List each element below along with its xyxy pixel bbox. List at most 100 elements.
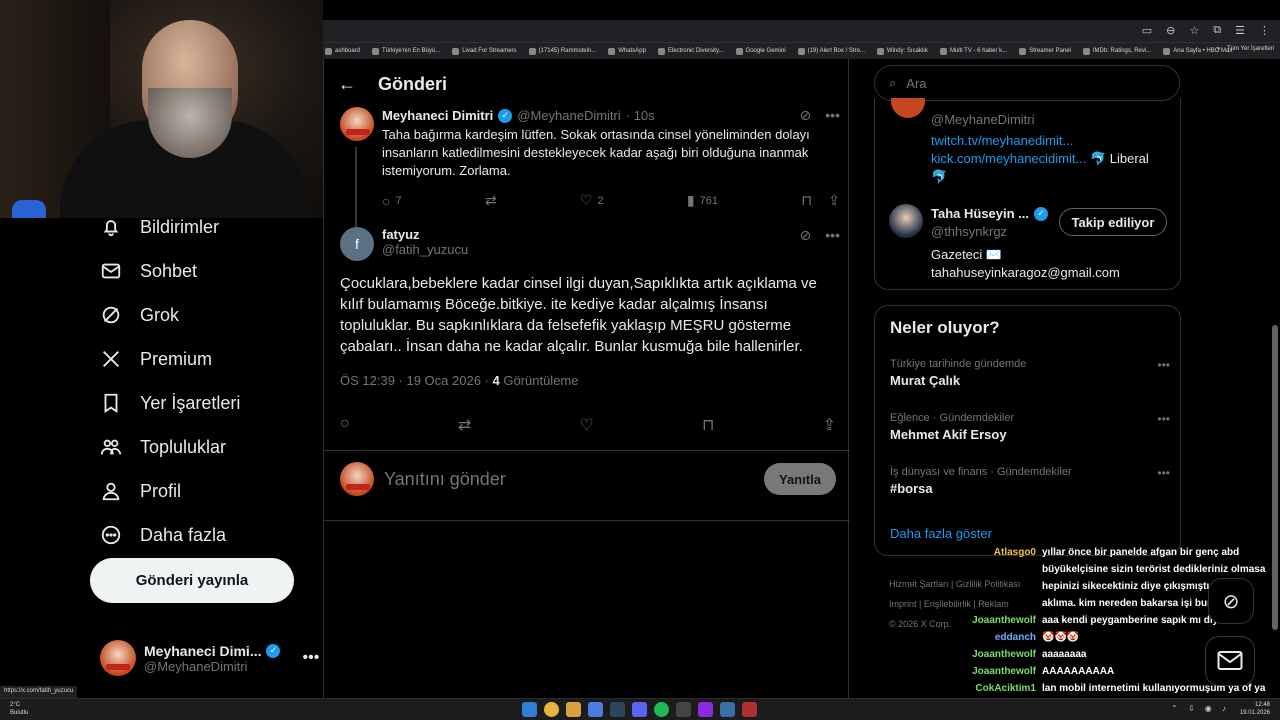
sidebar-item-topluluklar[interactable]: Topluluklar — [90, 425, 320, 469]
zoom-icon[interactable]: ⊖ — [1166, 24, 1175, 37]
browser-menu-icon[interactable]: ⋮ — [1259, 24, 1270, 37]
app-icon[interactable] — [676, 702, 691, 717]
tweet-timestamp[interactable]: ÖS 12:39 · 19 Oca 2026 · — [340, 373, 492, 388]
footer-link[interactable]: Imprint — [889, 599, 917, 609]
author-handle[interactable]: @fatih_yuzucu — [382, 242, 468, 257]
reply-composer: Yanıtını gönder Yanıtla — [340, 462, 836, 496]
sidebar-item-bildirimler[interactable]: Bildirimler — [90, 205, 320, 249]
more-icon[interactable]: ••• — [302, 649, 319, 667]
author-name[interactable]: Meyhaneci Dimitri — [382, 108, 493, 123]
show-more-link[interactable]: Daha fazla göster — [890, 526, 992, 541]
discord-icon[interactable] — [632, 702, 647, 717]
sidebar-item-profil[interactable]: Profil — [90, 469, 320, 513]
reply-button[interactable]: Yanıtla — [764, 463, 836, 495]
sidebar-item-daha-fazla[interactable]: Daha fazla — [90, 513, 320, 557]
app-icon[interactable] — [720, 702, 735, 717]
app-icon[interactable] — [698, 702, 713, 717]
bookmark-item[interactable]: (17145) Rammstein... — [528, 47, 596, 55]
more-icon[interactable]: ••• — [1157, 358, 1170, 372]
scrollbar[interactable] — [1272, 325, 1278, 630]
account-switcher[interactable]: Meyhaneci Dimi... ✓ @MeyhaneDimitri ••• — [100, 636, 320, 680]
verified-icon: ✓ — [266, 643, 281, 658]
trends-title: Neler oluyor? — [890, 318, 1000, 337]
back-arrow-icon[interactable]: ← — [338, 74, 356, 95]
sidebar-item-yer-i-şaretleri[interactable]: Yer İşaretleri — [90, 381, 320, 425]
more-icon[interactable]: ••• — [1157, 466, 1170, 480]
author-handle[interactable]: @MeyhaneDimitri — [517, 108, 621, 123]
more-icon[interactable]: ••• — [825, 227, 840, 244]
bookmark-item[interactable]: Türkiye'nin En Büyü... — [372, 47, 440, 55]
bookmark-item[interactable]: ashboard — [325, 47, 360, 55]
folder-icon[interactable] — [566, 702, 581, 717]
post-button[interactable]: Gönderi yayınla — [90, 558, 294, 603]
grok-fab-button[interactable]: ⊘ — [1208, 578, 1254, 624]
bio-link-kick[interactable]: kick.com/meyhanecidimit... — [931, 151, 1086, 166]
share-icon[interactable]: ⇪ — [828, 192, 840, 209]
clock-time: 12:48 — [1254, 702, 1270, 708]
favicon-icon — [528, 47, 536, 55]
bookmark-icon[interactable]: ⊓ — [801, 192, 812, 209]
avatar[interactable] — [340, 107, 374, 141]
tweet-time[interactable]: · 10s — [626, 108, 655, 123]
bookmark-icon[interactable]: ⊓ — [702, 415, 714, 435]
trend-item[interactable]: Türkiye tarihinde gündemde Murat Çalık ••• — [890, 358, 1170, 388]
messages-fab-button[interactable] — [1205, 636, 1255, 686]
parent-tweet[interactable]: Meyhaneci Dimitri ✓ @MeyhaneDimitri · 10… — [340, 107, 840, 243]
steam-icon[interactable] — [610, 702, 625, 717]
bookmark-item[interactable]: (19) Alert Box / Stre... — [797, 47, 865, 55]
repost-button[interactable]: ⇄ — [485, 192, 497, 209]
bookmark-item[interactable]: IMDb: Ratings, Revi... — [1082, 47, 1151, 55]
bookmark-item[interactable]: WhatsApp — [608, 47, 646, 55]
share-icon[interactable]: ⇪ — [823, 415, 836, 435]
user-name[interactable]: Taha Hüseyin ... — [931, 206, 1029, 221]
bookmark-item[interactable]: Windy: Sıcaklık — [876, 47, 928, 55]
reply-input[interactable]: Yanıtını gönder — [384, 469, 754, 490]
webcam-overlay — [0, 0, 323, 218]
weather-temp: 2°C — [10, 702, 21, 708]
profile-handle[interactable]: @MeyhaneDimitri — [931, 112, 1035, 127]
bookmark-item[interactable]: Electronic Diversity... — [657, 47, 724, 55]
extensions-icon[interactable]: ⧉ — [1213, 24, 1221, 37]
more-icon[interactable]: ••• — [825, 107, 840, 124]
bookmark-item[interactable]: Google Gemini — [735, 47, 786, 55]
trend-item[interactable]: İş dünyası ve finans · Gündemdekiler #bor… — [890, 466, 1170, 496]
bookmark-item[interactable]: Livad For Streamers — [452, 47, 517, 55]
avatar — [891, 98, 925, 118]
author-name[interactable]: fatyuz — [382, 227, 468, 242]
search-input[interactable]: ⌕ Ara — [874, 65, 1180, 101]
cast-icon[interactable]: ▭ — [1142, 24, 1152, 37]
more-circle-icon — [101, 525, 121, 545]
start-icon[interactable] — [522, 702, 537, 717]
like-count: 2 — [597, 194, 604, 207]
reply-button[interactable]: ○ 7 — [382, 192, 402, 209]
profile-menu-icon[interactable]: ☰ — [1235, 24, 1245, 37]
repost-icon[interactable]: ⇄ — [458, 415, 471, 435]
following-button[interactable]: Takip ediliyor — [1059, 208, 1167, 236]
clock[interactable]: 12:48 19.01.2026 — [1240, 701, 1270, 717]
sidebar-item-premium[interactable]: Premium — [90, 337, 320, 381]
trend-item[interactable]: Eğlence · Gündemdekiler Mehmet Akif Ersoy… — [890, 412, 1170, 442]
heart-icon[interactable]: ♡ — [579, 415, 593, 435]
star-icon[interactable]: ☆ — [1189, 24, 1199, 37]
reply-icon[interactable]: ○ — [340, 415, 350, 435]
bio-link-twitch[interactable]: twitch.tv/meyhanedimit... — [931, 132, 1171, 150]
like-button[interactable]: ♡ 2 — [580, 192, 604, 209]
trends-card: Neler oluyor? Türkiye tarihinde gündemde… — [874, 305, 1181, 556]
bookmark-item[interactable]: Streamer Panel — [1019, 47, 1071, 55]
app-icon[interactable] — [588, 702, 603, 717]
weather-widget[interactable]: 2°C Bulutlu — [10, 701, 28, 717]
grok-icon[interactable]: ⊘ — [800, 227, 812, 244]
footer-link[interactable]: Hizmet Şartları — [889, 579, 949, 589]
app-icon[interactable] — [742, 702, 757, 717]
spotify-icon[interactable] — [654, 702, 669, 717]
avatar[interactable]: f — [340, 227, 374, 261]
sidebar-item-grok[interactable]: Grok — [90, 293, 320, 337]
chrome-icon[interactable] — [544, 702, 559, 717]
more-icon[interactable]: ••• — [1157, 412, 1170, 426]
sidebar-item-sohbet[interactable]: Sohbet — [90, 249, 320, 293]
system-tray-icons[interactable]: ⌃ ⇩ ◉ ♪ — [1171, 704, 1230, 713]
views-button[interactable]: ▮ 761 — [687, 192, 718, 209]
bookmarks-overflow[interactable]: » Tüm Yer İşaretleri — [1217, 46, 1274, 52]
grok-icon[interactable]: ⊘ — [800, 107, 812, 124]
bookmark-item[interactable]: Multi TV - 6 haber k... — [939, 47, 1007, 55]
